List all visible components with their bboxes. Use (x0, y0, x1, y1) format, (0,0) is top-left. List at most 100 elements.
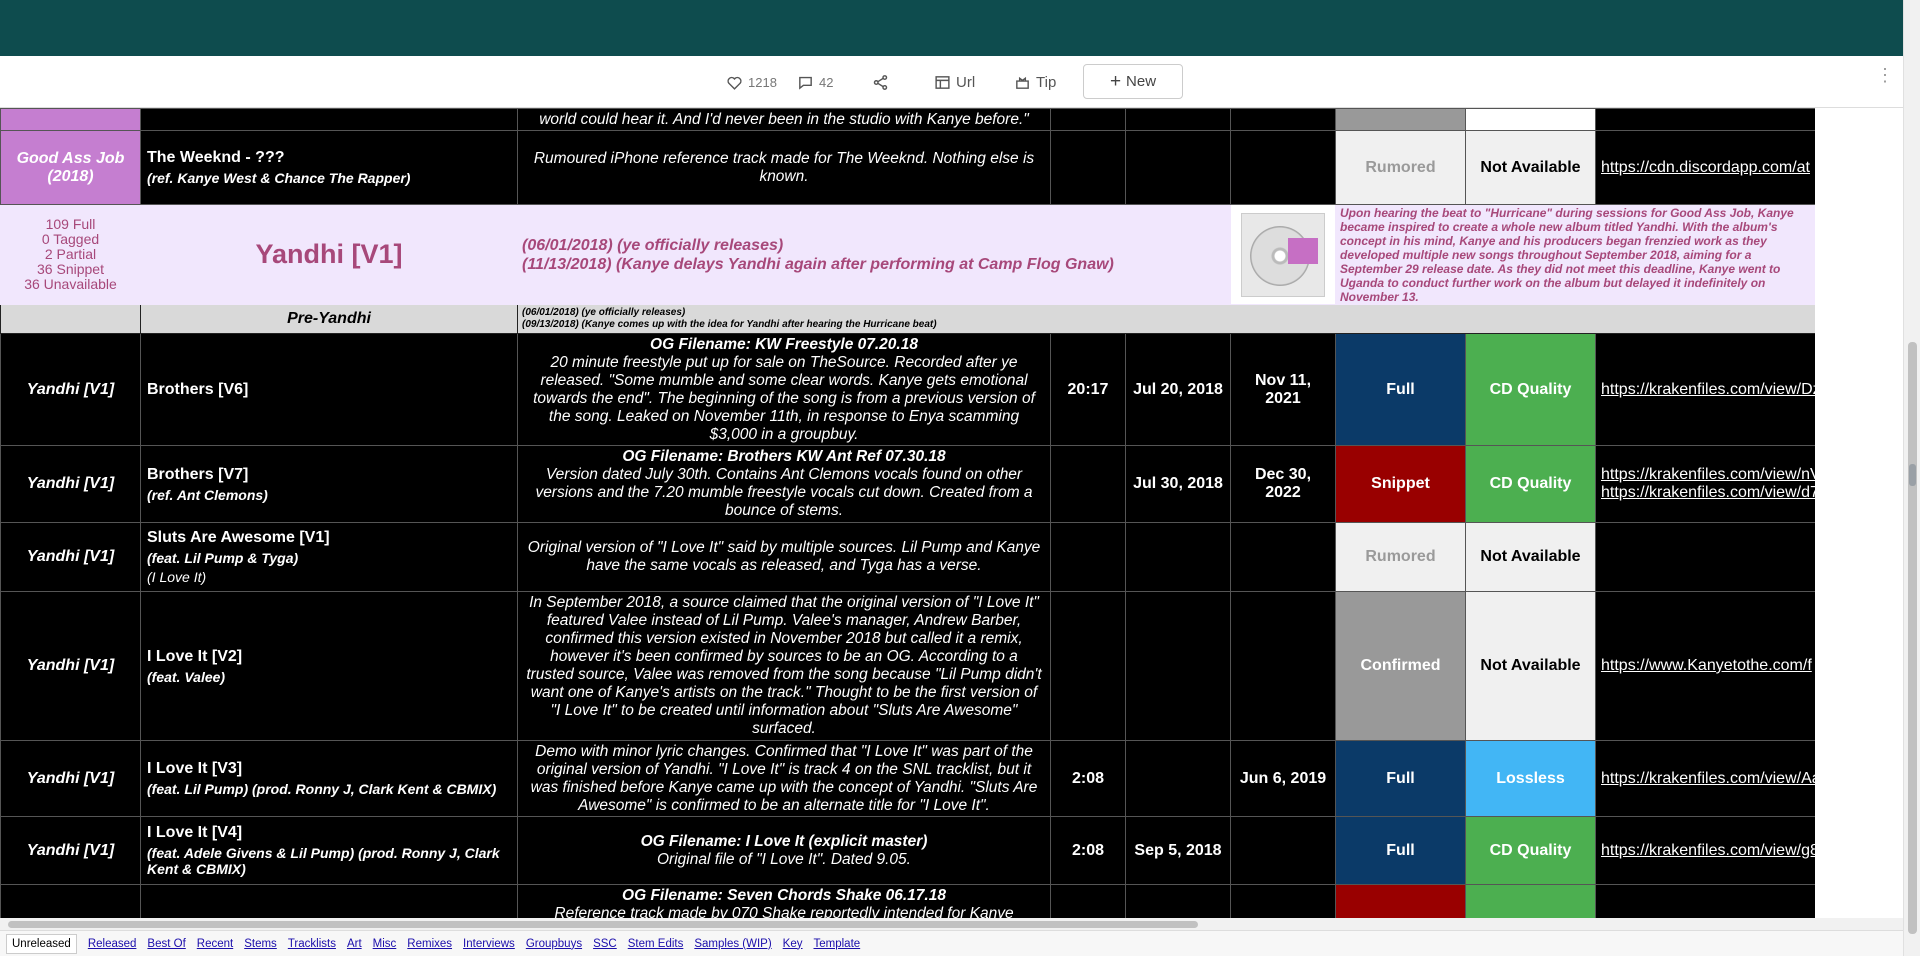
comment-button[interactable]: 42 (797, 56, 833, 108)
new-button[interactable]: + New (1083, 64, 1183, 99)
length-cell (1050, 591, 1126, 741)
table-icon (935, 75, 950, 89)
notes-cell: Original version of "I Love It" said by … (517, 522, 1051, 592)
download-link[interactable]: https://krakenfiles.com/view/Aa (1601, 770, 1815, 788)
notes-text: 20 minute freestyle put up for sale on T… (533, 353, 1035, 443)
tab-ssc[interactable]: SSC (593, 938, 617, 950)
table-row: Yandhi [V1] I Love It [V4] (feat. Adele Gi… (0, 816, 1815, 885)
subera-title: Pre-Yandhi (140, 304, 518, 334)
tab-recent[interactable]: Recent (197, 938, 233, 950)
tab-template[interactable]: Template (814, 938, 861, 950)
download-link[interactable]: https://krakenfiles.com/view/d7 (1601, 484, 1815, 502)
name-cell: I Love It [V2] (feat. Valee) (140, 591, 518, 741)
tab-art[interactable]: Art (347, 938, 362, 950)
status-cell: Full (1335, 816, 1466, 885)
tab-misc[interactable]: Misc (373, 938, 397, 950)
tab-released[interactable]: Released (88, 938, 137, 950)
subera-date-1: (06/01/2018) (ye officially releases) (522, 307, 686, 318)
track-name: I Love It [V4] (147, 824, 243, 841)
stat-tagged: 0 Tagged (41, 231, 100, 247)
share-button[interactable] (872, 56, 889, 108)
track-name: Brothers [V6] (147, 380, 249, 398)
link-cell[interactable]: https://krakenfiles.com/view/nV https://k… (1595, 445, 1815, 523)
track-credits: (feat. Lil Pump) (prod. Ronny J, Clark K… (147, 781, 497, 797)
link-cell[interactable]: https://krakenfiles.com/view/Aa (1595, 740, 1815, 817)
tab-best-of[interactable]: Best Of (147, 938, 185, 950)
notes-text: Version dated July 30th. Contains Ant Cl… (535, 466, 1033, 519)
tab-tracklists[interactable]: Tracklists (288, 938, 336, 950)
tab-remixes[interactable]: Remixes (407, 938, 452, 950)
status-cell (1335, 108, 1466, 131)
track-rows: Yandhi [V1] Brothers [V6] OG Filename: KW … (0, 333, 1815, 885)
stat-unavailable: 36 Unavailable (24, 276, 117, 292)
tab-groupbuys[interactable]: Groupbuys (526, 938, 582, 950)
notes-text: Reference track made by 070 Shake report… (554, 905, 1014, 918)
tab-key[interactable]: Key (783, 938, 803, 950)
tip-icon (1016, 76, 1029, 89)
file-date-cell (1125, 591, 1231, 741)
name-cell: I Love It [V4] (feat. Adele Givens & Lil … (140, 816, 518, 885)
quality-cell (1465, 108, 1596, 131)
quality-cell (1465, 884, 1596, 918)
more-options-icon[interactable]: ⋮ (1876, 66, 1894, 94)
url-button[interactable]: Url (934, 56, 975, 108)
stat-full: 109 Full (45, 216, 96, 232)
era-title: Yandhi [V1] (140, 204, 518, 305)
download-link[interactable]: https://www.Kanyetothe.com/f (1601, 657, 1812, 675)
quality-cell: CD Quality (1465, 816, 1596, 885)
quality-cell: Not Available (1465, 522, 1596, 592)
notes-text: Demo with minor lyric changes. Confirmed… (530, 742, 1038, 814)
tip-button[interactable]: Tip (1014, 56, 1056, 108)
quality-cell: Not Available (1465, 591, 1596, 741)
era-cell: Yandhi [V1] (0, 816, 141, 885)
era-header-row: 109 Full 0 Tagged 2 Partial 36 Snippet 3… (0, 204, 1815, 305)
leak-date-cell: Jun 6, 2019 (1230, 740, 1336, 817)
leak-date-cell (1230, 816, 1336, 885)
tab-stem-edits[interactable]: Stem Edits (628, 938, 684, 950)
track-credits: (feat. Adele Givens & Lil Pump) (prod. R… (147, 845, 500, 877)
download-link[interactable]: https://cdn.discordapp.com/at (1601, 159, 1811, 177)
share-icon (873, 74, 888, 90)
tab-interviews[interactable]: Interviews (463, 938, 515, 950)
link-cell[interactable] (1595, 522, 1815, 592)
leak-date-cell (1230, 522, 1336, 592)
vertical-scrollbar[interactable] (1903, 0, 1920, 956)
new-label: New (1126, 73, 1157, 90)
status-cell: Rumored (1335, 130, 1466, 205)
name-cell: Sluts Are Awesome [V1] (feat. Lil Pump & … (140, 522, 518, 592)
scrollbar-thumb[interactable] (8, 921, 1198, 928)
notes-cell: OG Filename: I Love It (explicit master)… (517, 816, 1051, 885)
tab-samples-wip[interactable]: Samples (WIP) (694, 938, 771, 950)
table-row: OG Filename: Seven Chords Shake 06.17.18… (0, 884, 1815, 918)
era-cell: Good Ass Job (2018) (0, 130, 141, 205)
track-name: The Weeknd - ??? (147, 149, 285, 166)
table-row: Yandhi [V1] Sluts Are Awesome [V1] (feat. … (0, 522, 1815, 592)
download-link[interactable]: https://krakenfiles.com/view/nV (1601, 466, 1815, 484)
heart-icon (727, 76, 742, 90)
download-link[interactable]: https://krakenfiles.com/view/g8 (1601, 842, 1815, 860)
era-description: Upon hearing the beat to "Hurricane" dur… (1335, 204, 1815, 305)
file-date-cell (1125, 522, 1231, 592)
link-cell[interactable]: https://cdn.discordapp.com/at (1595, 130, 1815, 205)
like-count: 1218 (748, 74, 777, 90)
quality-cell: Not Available (1465, 130, 1596, 205)
link-cell (1595, 108, 1815, 131)
like-button[interactable]: 1218 (726, 56, 777, 108)
link-cell[interactable]: https://krakenfiles.com/view/g8 (1595, 816, 1815, 885)
notes-cell: In September 2018, a source claimed that… (517, 591, 1051, 741)
table-row: Yandhi [V1] Brothers [V7] (ref. Ant Clemon… (0, 445, 1815, 523)
tab-unreleased[interactable]: Unreleased (6, 933, 77, 954)
scrollbar-thumb[interactable] (1908, 342, 1917, 934)
link-cell[interactable]: https://www.Kanyetothe.com/f (1595, 591, 1815, 741)
track-name: Sluts Are Awesome [V1] (147, 529, 330, 546)
tab-stems[interactable]: Stems (244, 938, 277, 950)
notes-text: Original version of "I Love It" said by … (527, 539, 1041, 574)
horizontal-scrollbar[interactable] (0, 918, 1903, 930)
status-cell (1335, 884, 1466, 918)
link-cell[interactable]: https://krakenfiles.com/view/Dz (1595, 333, 1815, 446)
name-cell: Brothers [V6] (140, 333, 518, 446)
download-link[interactable]: https://krakenfiles.com/view/Dz (1601, 381, 1815, 399)
leak-date-cell: Dec 30, 2022 (1230, 445, 1336, 523)
notes-cell: world could hear it. And I'd never been … (517, 108, 1051, 131)
length-cell: 20:17 (1050, 333, 1126, 446)
